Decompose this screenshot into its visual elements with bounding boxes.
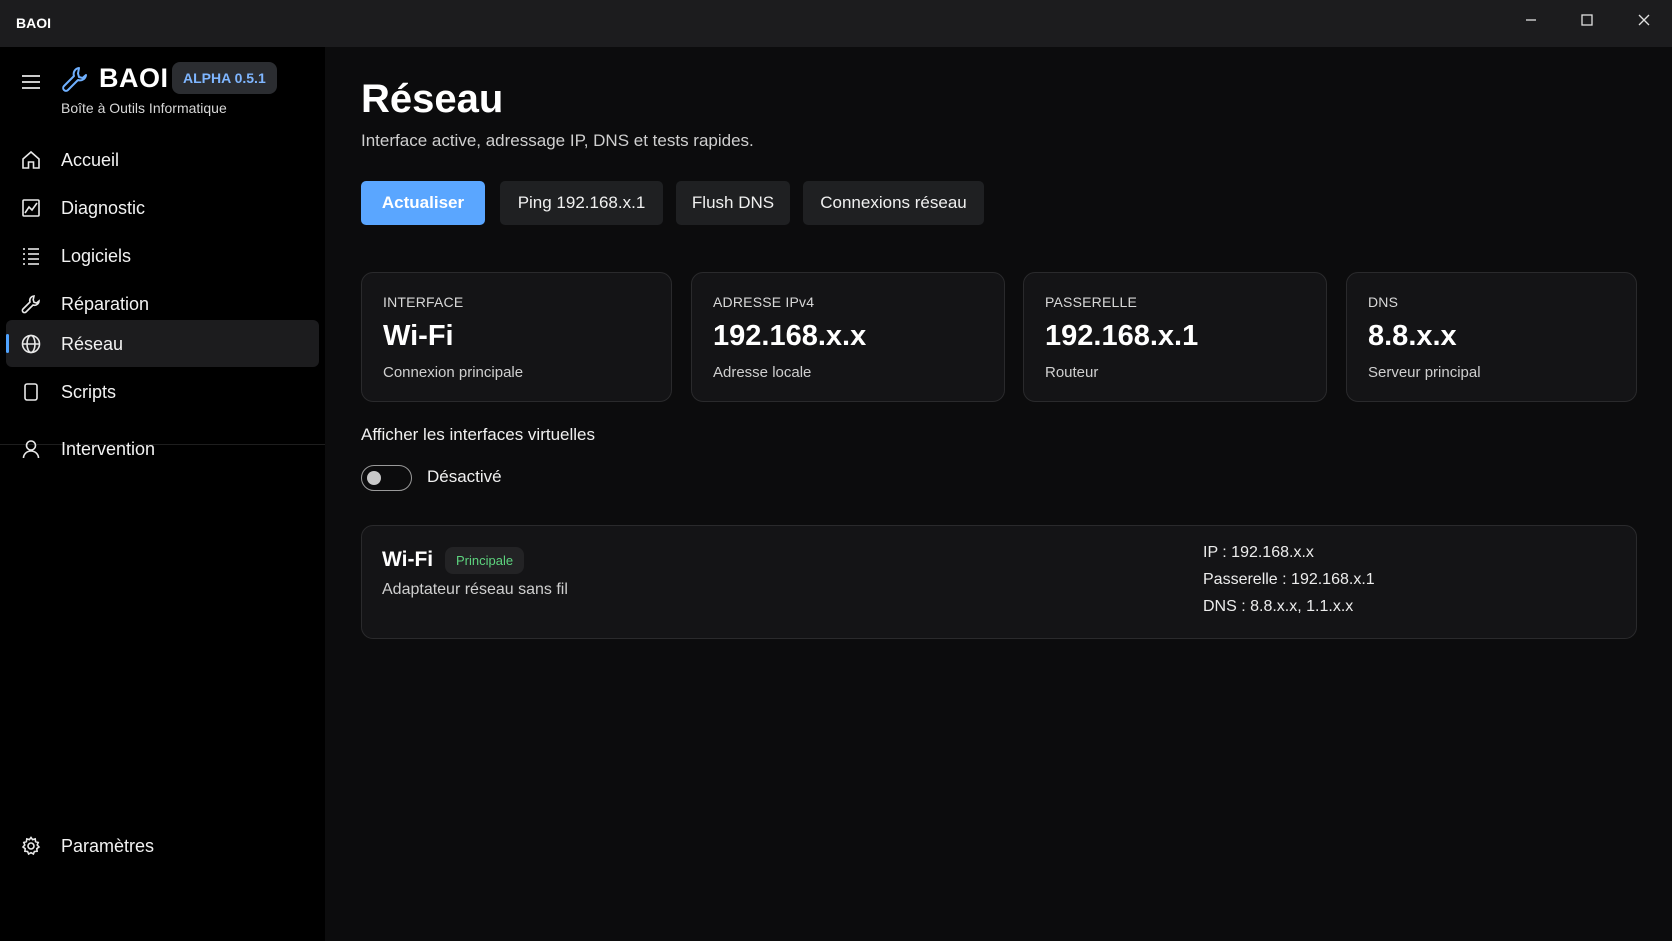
card-subtext: Connexion principale — [383, 364, 524, 381]
menu-toggle-button[interactable] — [18, 69, 44, 95]
ipv4-card: ADRESSE IPv4 192.168.x.x Adresse locale — [691, 272, 1005, 402]
page-subtitle: Interface active, adressage IP, DNS et t… — [361, 131, 754, 150]
toggle-knob — [367, 471, 381, 485]
document-icon — [19, 380, 43, 404]
sidebar-item-scripts[interactable]: Scripts — [6, 368, 319, 415]
sidebar-item-label: Accueil — [61, 150, 120, 170]
card-subtext: Serveur principal — [1368, 364, 1481, 381]
title-bar: BAOI — [0, 0, 1672, 47]
sidebar-item-reseau[interactable]: Réseau — [6, 320, 319, 367]
network-connections-button[interactable]: Connexions réseau — [803, 181, 984, 225]
ping-gateway-button[interactable]: Ping 192.168.x.1 — [500, 181, 663, 225]
version-badge: ALPHA 0.5.1 — [172, 62, 277, 94]
card-label: ADRESSE IPv4 — [713, 294, 815, 310]
gateway-card: PASSERELLE 192.168.x.1 Routeur — [1023, 272, 1327, 402]
virtual-interfaces-toggle[interactable] — [361, 465, 412, 491]
person-icon — [19, 437, 43, 461]
sidebar-item-label: Diagnostic — [61, 198, 146, 218]
sidebar: BAOI ALPHA 0.5.1 Boîte à Outils Informat… — [0, 47, 325, 941]
card-label: PASSERELLE — [1045, 294, 1138, 310]
chart-icon — [19, 196, 43, 220]
flush-dns-button[interactable]: Flush DNS — [676, 181, 790, 225]
sidebar-item-intervention[interactable]: Intervention — [6, 425, 319, 472]
app-window: BAOI BAOI ALPHA 0.5.1 Boîte à Outils Inf… — [0, 0, 1672, 941]
sidebar-item-label: Réseau — [61, 334, 124, 354]
card-value: 192.168.x.1 — [1045, 320, 1199, 352]
sidebar-item-label: Scripts — [61, 382, 117, 402]
interface-description: Adaptateur réseau sans fil — [382, 581, 568, 598]
virtual-interfaces-label: Afficher les interfaces virtuelles — [361, 425, 596, 444]
sidebar-item-label: Logiciels — [61, 246, 132, 266]
main-content: Réseau Interface active, adressage IP, D… — [325, 47, 1672, 941]
card-subtext: Adresse locale — [713, 364, 812, 381]
card-subtext: Routeur — [1045, 364, 1099, 381]
sidebar-item-accueil[interactable]: Accueil — [6, 136, 319, 183]
card-value: Wi-Fi — [383, 320, 454, 352]
active-indicator — [6, 334, 9, 353]
primary-badge: Principale — [445, 547, 525, 574]
gear-icon — [19, 834, 43, 858]
brand-subtitle: Boîte à Outils Informatique — [61, 100, 227, 116]
interface-detail-card: Wi-Fi Principale Adaptateur réseau sans … — [361, 525, 1637, 639]
maximize-button[interactable] — [1559, 0, 1615, 40]
interface-ip: IP : 192.168.x.x — [1203, 544, 1314, 561]
home-icon — [19, 148, 43, 172]
close-icon — [1638, 14, 1650, 26]
close-button[interactable] — [1616, 0, 1672, 40]
toggle-state-label: Désactivé — [427, 467, 502, 486]
sidebar-item-diagnostic[interactable]: Diagnostic — [6, 184, 319, 231]
page-title: Réseau — [361, 77, 504, 121]
card-label: INTERFACE — [383, 294, 464, 310]
interface-card: INTERFACE Wi-Fi Connexion principale — [361, 272, 672, 402]
sidebar-item-parametres[interactable]: Paramètres — [6, 822, 319, 869]
hamburger-icon — [22, 75, 40, 89]
wrench-icon — [19, 292, 43, 316]
maximize-icon — [1581, 14, 1593, 26]
minimize-icon — [1526, 19, 1536, 21]
brand-name: BAOI — [99, 63, 169, 93]
card-label: DNS — [1368, 294, 1399, 310]
sidebar-item-label: Intervention — [61, 439, 156, 459]
interface-dns: DNS : 8.8.x.x, 1.1.x.x — [1203, 598, 1354, 615]
list-icon — [19, 244, 43, 268]
wrench-logo-icon — [62, 67, 87, 92]
minimize-button[interactable] — [1503, 0, 1559, 40]
globe-icon — [19, 332, 43, 356]
interface-gateway: Passerelle : 192.168.x.1 — [1203, 571, 1375, 588]
sidebar-item-label: Réparation — [61, 294, 150, 314]
card-value: 192.168.x.x — [713, 320, 867, 352]
sidebar-item-label: Paramètres — [61, 836, 155, 856]
dns-card: DNS 8.8.x.x Serveur principal — [1346, 272, 1637, 402]
window-title: BAOI — [16, 15, 51, 31]
sidebar-item-logiciels[interactable]: Logiciels — [6, 232, 319, 279]
card-value: 8.8.x.x — [1368, 320, 1457, 352]
refresh-button[interactable]: Actualiser — [361, 181, 485, 225]
interface-name: Wi-Fi — [382, 548, 434, 571]
